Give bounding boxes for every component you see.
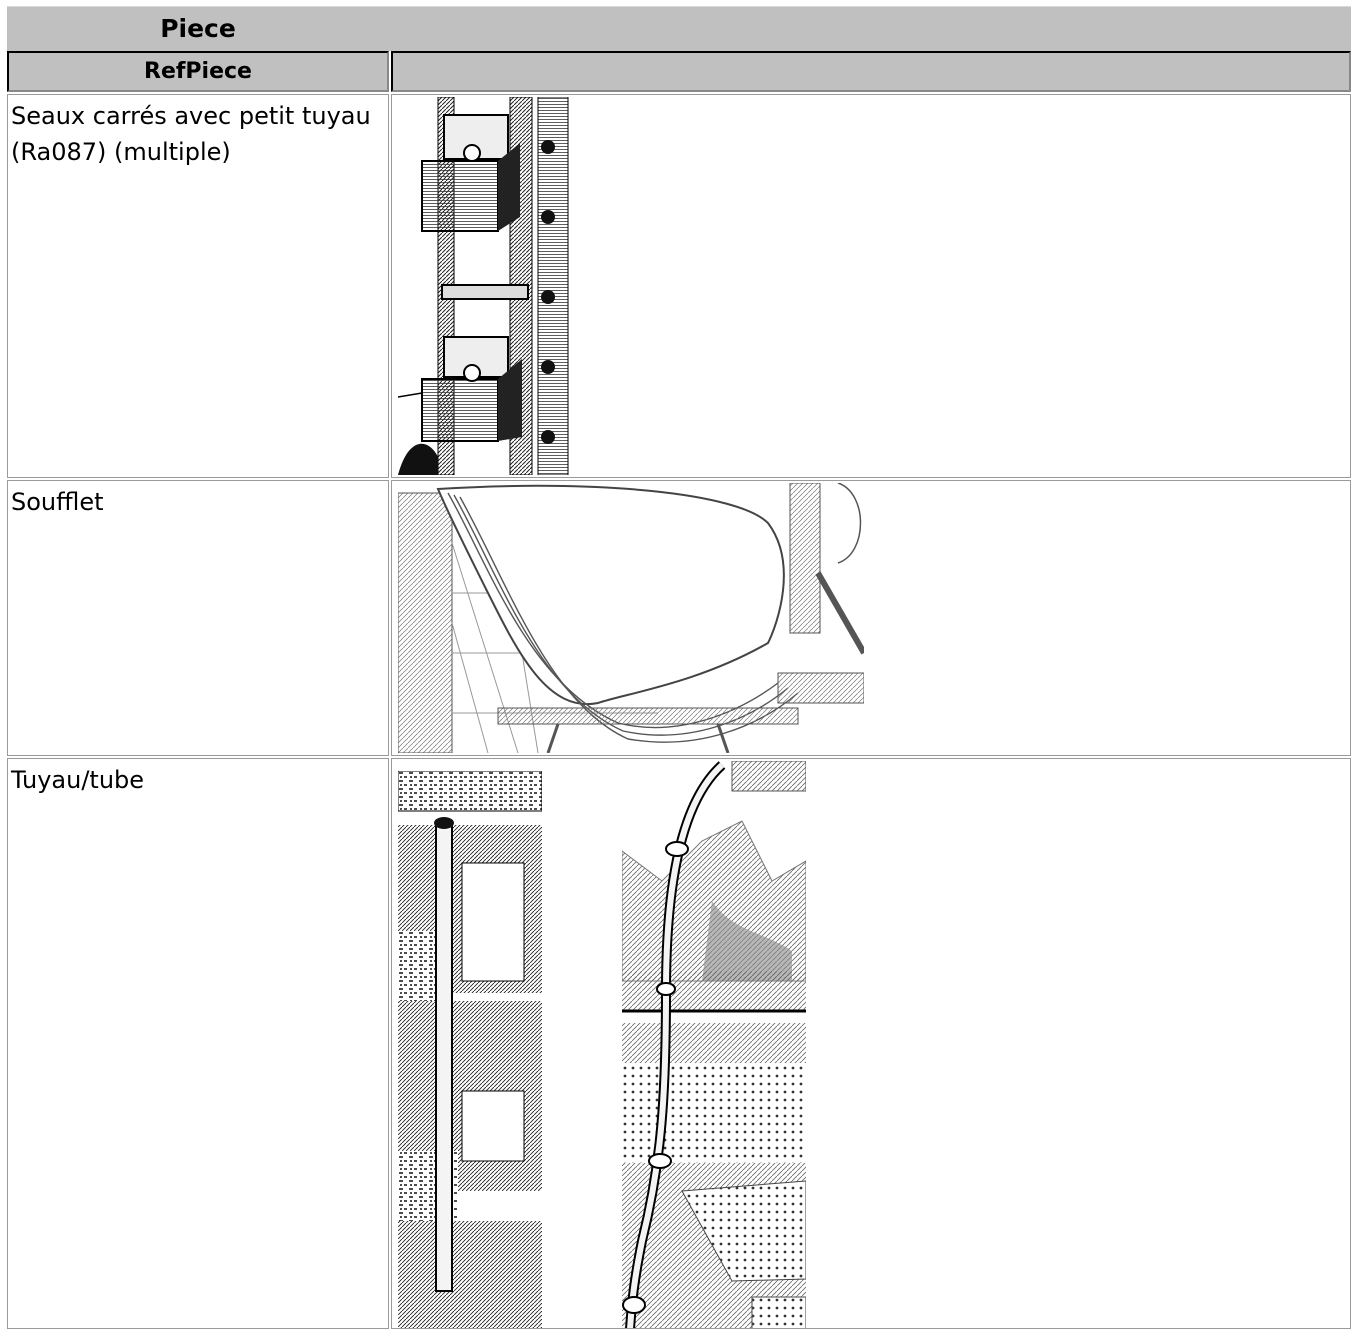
square-buckets-chain-image (398, 97, 570, 475)
row-label: Tuyau/tube (11, 766, 145, 794)
table-row-2-label-cell: Soufflet (7, 480, 389, 756)
table-caption-bar: Piece (7, 6, 1351, 51)
table-row-1-image-cell (391, 94, 1351, 478)
column-header-image (391, 51, 1351, 92)
table-row-3-label-cell: Tuyau/tube (7, 758, 389, 1329)
table-row-1-label-cell: Seaux carrés avec petit tuyau (Ra087) (m… (7, 94, 389, 478)
table-title: Piece (160, 14, 236, 43)
vertical-pipe-image (398, 771, 542, 1328)
column-header-refpiece: RefPiece (7, 51, 389, 92)
table-row-3-image-cell (391, 758, 1351, 1329)
row-label: Seaux carrés avec petit tuyau (Ra087) (m… (11, 102, 371, 166)
curved-pipe-landscape-image (622, 761, 806, 1328)
bellows-image (398, 483, 864, 753)
table-row-2-image-cell (391, 480, 1351, 756)
row-label: Soufflet (11, 488, 104, 516)
